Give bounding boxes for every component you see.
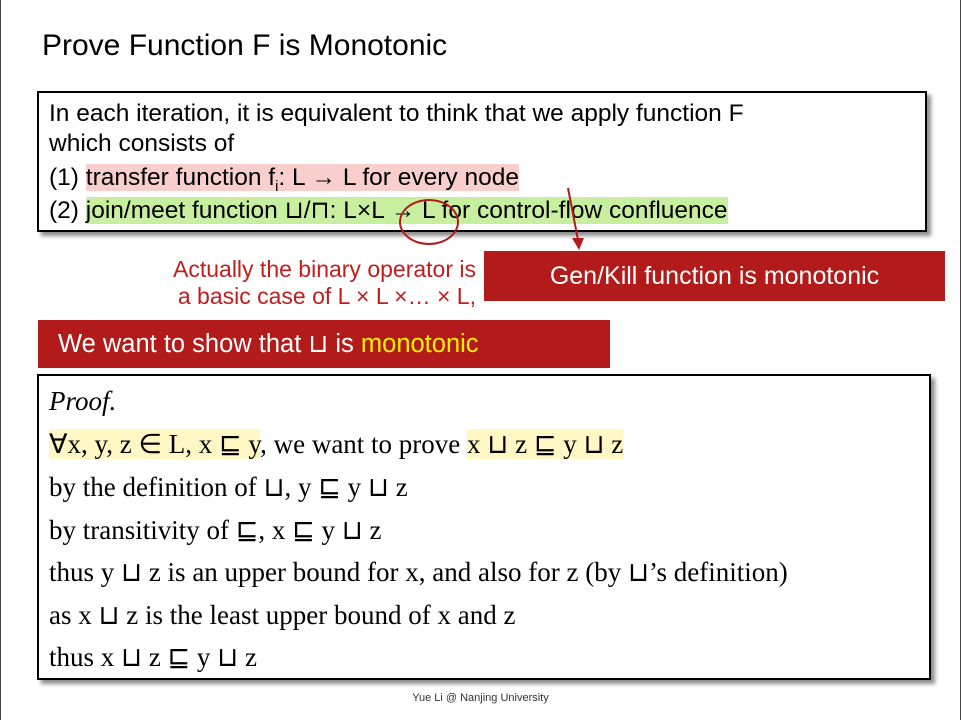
proof-line-premise: ∀x, y, z ∈ L, x ⊑ y, we want to prove x … [49,427,624,461]
proof-line-transitivity: by transitivity of ⊑, x ⊑ y ⊔ z [49,515,382,545]
goal-highlight: monotonic [360,330,479,358]
proof-line-least-upper-bound: as x ⊔ z is the least upper bound of x a… [49,600,516,630]
note-line-2: a basic case of L × L ×… × L, [177,283,476,309]
goal-formula-highlight: x ⊔ z ⊑ y ⊔ z [467,429,624,459]
premise-text: , we want to prove [260,429,468,459]
binary-operator-note: Actually the binary operator is a basic … [60,256,476,310]
premise-highlight: ∀x, y, z ∈ L, x ⊑ y [49,429,261,459]
proof-heading: Proof. [49,386,117,416]
proof-box: Proof. ∀x, y, z ∈ L, x ⊑ y, we want to p… [37,374,931,680]
footer-credit: Yue Li @ Nanjing University [412,692,549,704]
arrow-head [572,238,584,250]
goal-callout: We want to show that ⊔ is monotonic [38,320,610,368]
note-line-1: Actually the binary operator is [173,256,476,282]
genkill-callout: Gen/Kill function is monotonic [484,251,945,301]
proof-line-definition: by the definition of ⊔, y ⊑ y ⊔ z [49,472,408,502]
proof-line-upper-bound: thus y ⊔ z is an upper bound for x, and … [49,557,788,587]
goal-text: We want to show that ⊔ is [58,330,361,358]
proof-line-conclusion: thus x ⊔ z ⊑ y ⊔ z [49,642,257,672]
arrow-line [567,187,579,241]
